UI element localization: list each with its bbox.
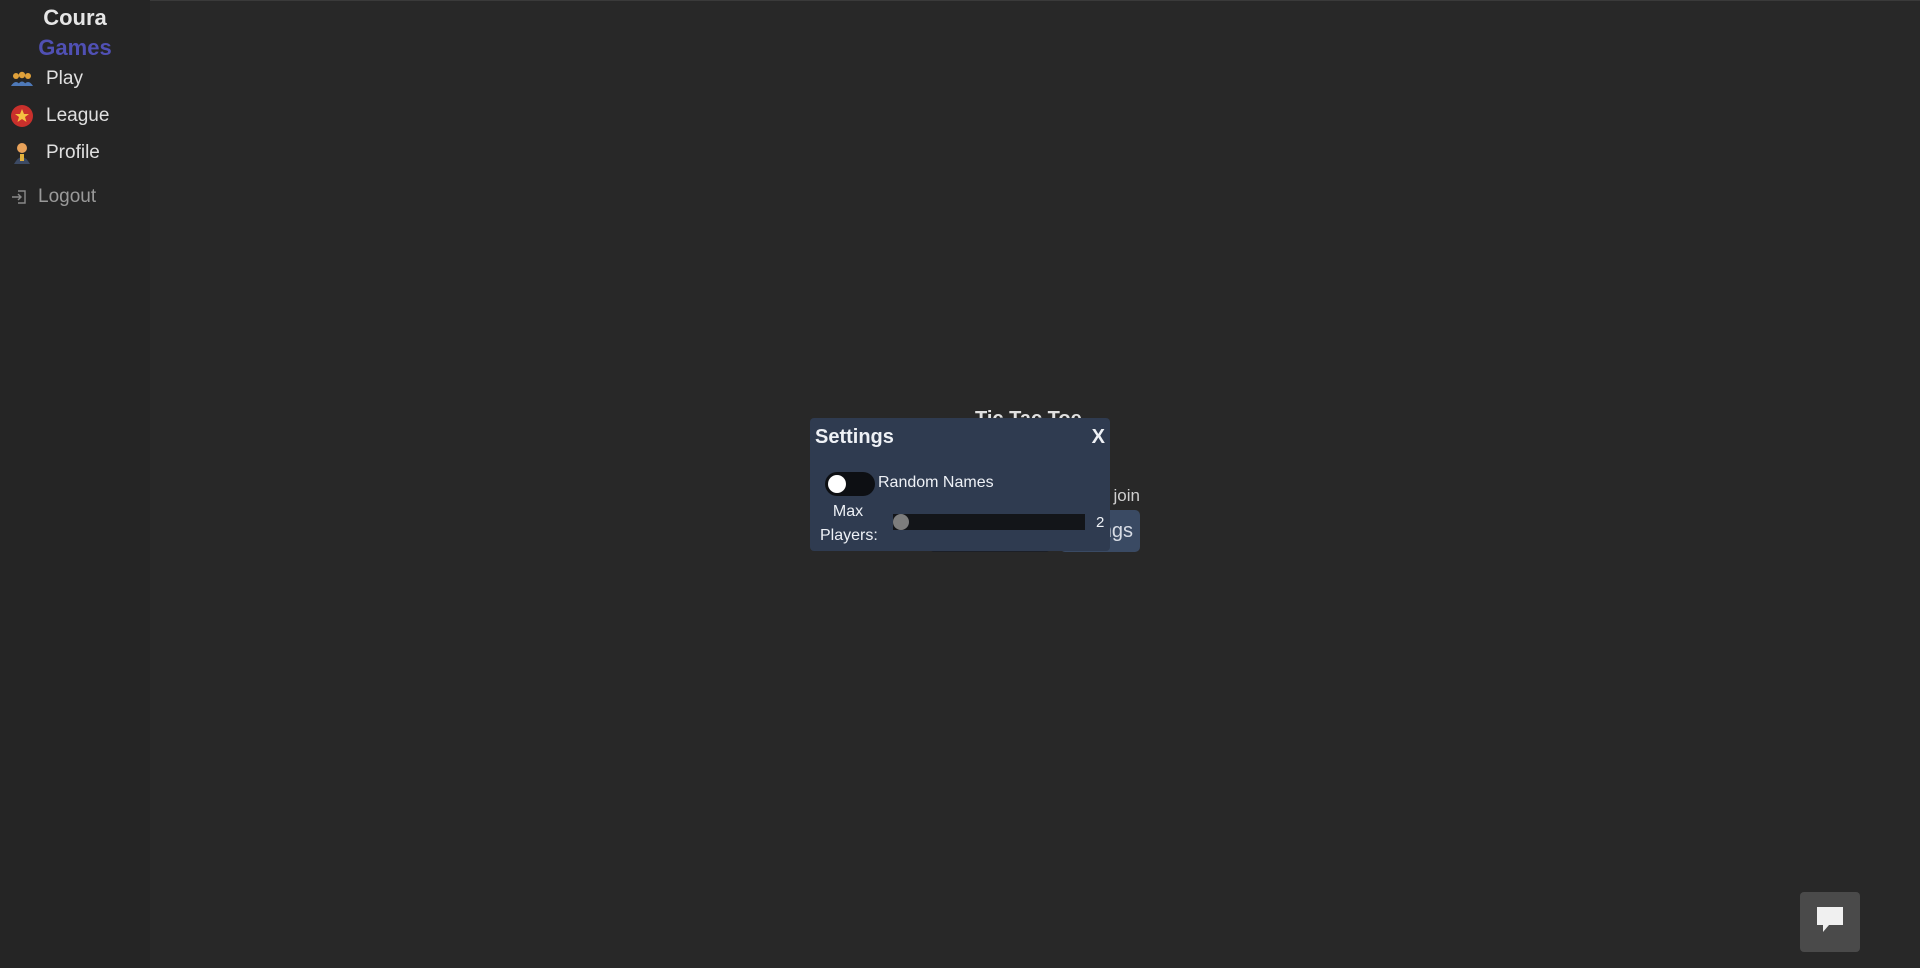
nav-label-play: Play: [46, 68, 83, 89]
top-border: [0, 0, 1920, 1]
toggle-knob: [828, 475, 846, 493]
random-names-toggle[interactable]: [825, 472, 875, 496]
chat-bubble-icon: [1815, 905, 1845, 940]
nav-label-league: League: [46, 105, 110, 126]
brand-line-2: Games: [38, 35, 112, 60]
random-names-label: Random Names: [878, 474, 994, 491]
nav-item-logout[interactable]: Logout: [10, 185, 96, 209]
nav-item-play[interactable]: Play: [10, 67, 83, 91]
nav-item-league[interactable]: League: [10, 104, 109, 128]
people-icon: [10, 67, 34, 91]
settings-modal: Settings X Random Names Max Players: 2: [810, 418, 1110, 551]
brand-line-1: Coura: [43, 5, 107, 30]
max-players-label: Max Players:: [820, 503, 878, 544]
max-players-slider[interactable]: [893, 514, 1085, 530]
nav-label-profile: Profile: [46, 142, 100, 163]
max-players-value: 2: [1096, 514, 1105, 531]
brand-logo[interactable]: Coura Games: [0, 3, 150, 63]
slider-thumb[interactable]: [893, 514, 909, 530]
modal-title: Settings: [815, 426, 894, 448]
sidebar: Coura Games Play League Profile Logout: [0, 0, 150, 968]
nav-item-profile[interactable]: Profile: [10, 141, 100, 165]
nav-label-logout: Logout: [38, 186, 97, 207]
chat-button[interactable]: [1800, 892, 1860, 952]
close-button[interactable]: X: [1092, 426, 1105, 449]
person-icon: [10, 141, 34, 165]
star-badge-icon: [10, 104, 34, 128]
logout-icon: [10, 185, 28, 209]
